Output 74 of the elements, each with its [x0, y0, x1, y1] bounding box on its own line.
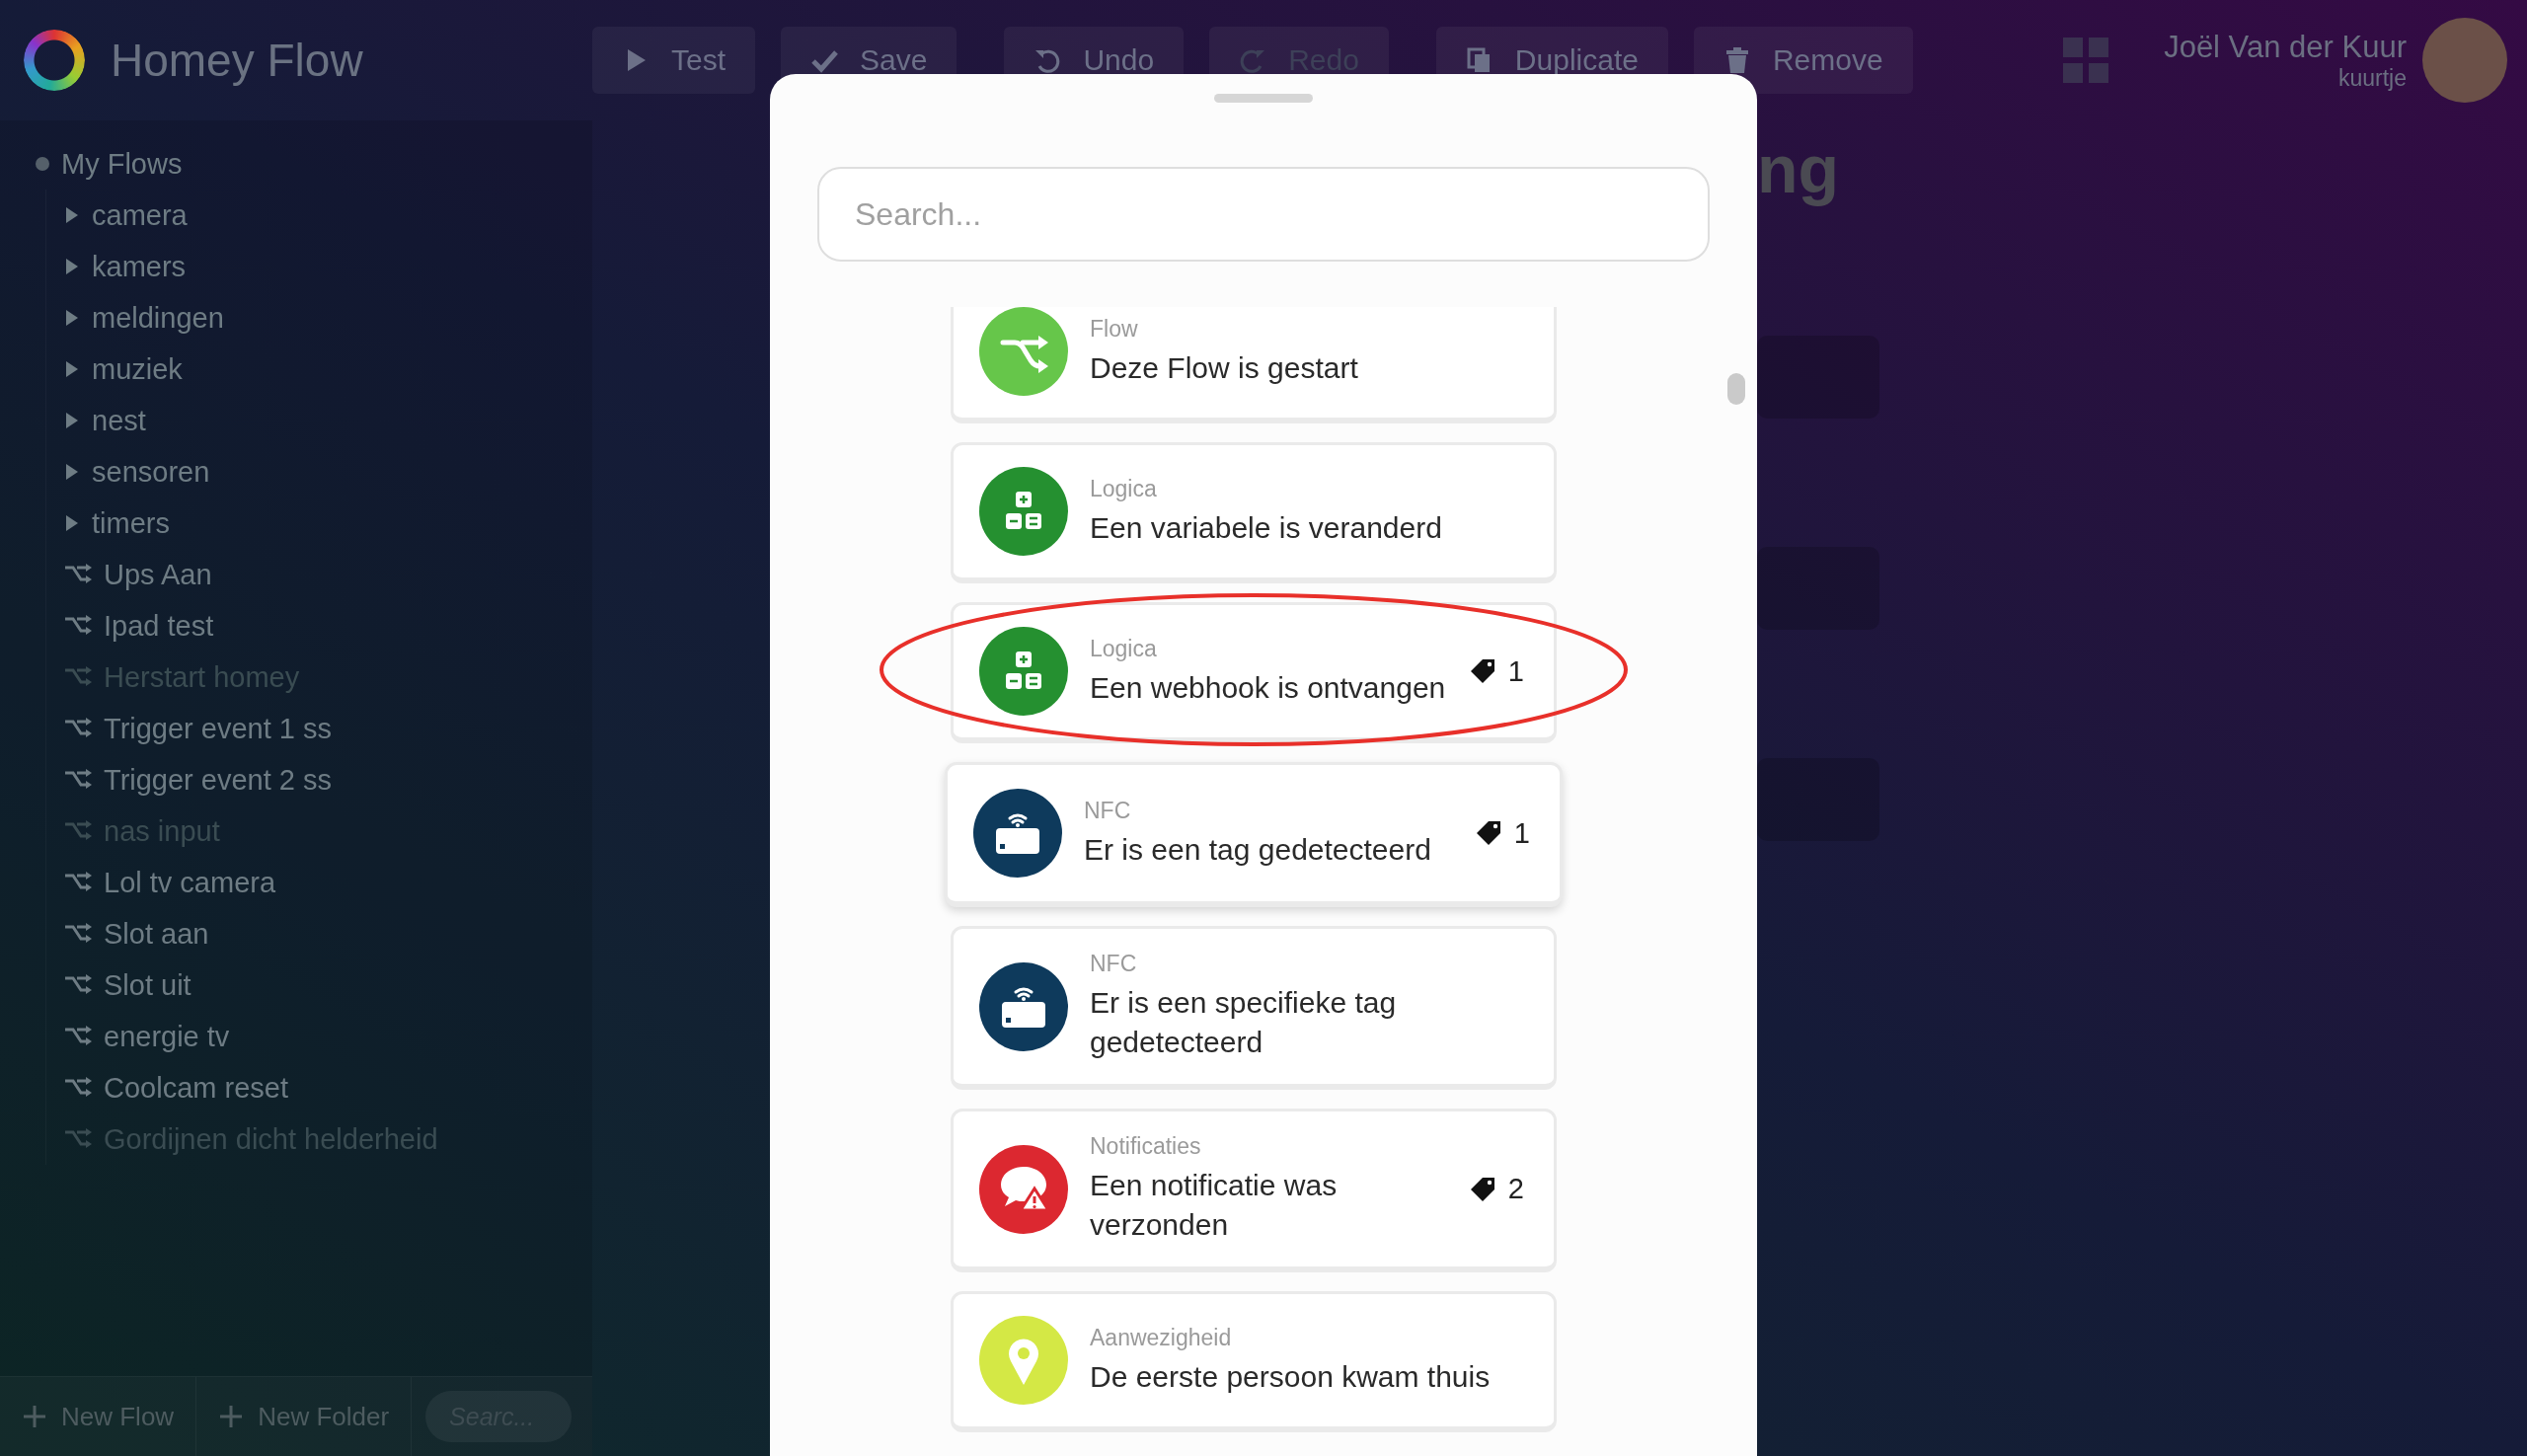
tag-count: 1: [1507, 654, 1524, 688]
shuffle-icon: [64, 923, 92, 945]
new-folder-button[interactable]: New Folder: [196, 1377, 413, 1456]
shuffle-icon: [64, 769, 92, 791]
tree-item[interactable]: muziek: [92, 352, 183, 386]
caret-right-icon[interactable]: [64, 514, 80, 532]
shuffle-icon: [64, 718, 92, 739]
tree-item[interactable]: energie tv: [104, 1020, 230, 1053]
caret-right-icon[interactable]: [64, 412, 80, 429]
tree-item[interactable]: Lol tv camera: [104, 866, 276, 899]
card-category: Logica: [1090, 475, 1158, 502]
tag-count: 2: [1507, 1173, 1524, 1205]
card-title: Er is een tag gedetecteerd: [1084, 831, 1432, 868]
flow-card[interactable]: Notificaties Een notificatie was verzonden 2: [951, 1109, 1557, 1272]
app-title: Homey Flow: [111, 34, 363, 87]
caret-right-icon[interactable]: [64, 206, 80, 224]
card-title: Deze Flow is gestart: [1090, 349, 1359, 386]
caret-right-icon[interactable]: [64, 360, 80, 378]
new-flow-button[interactable]: New Flow: [0, 1377, 197, 1456]
page-heading: ng: [1757, 130, 1841, 207]
shuffle-icon: [64, 1128, 92, 1150]
username: kuurtje: [2337, 64, 2407, 92]
card-category: NFC: [1084, 797, 1132, 824]
caret-right-icon[interactable]: [64, 258, 80, 275]
shuffle-icon: [64, 666, 92, 688]
toolbar-button[interactable]: Remove: [1693, 27, 1913, 94]
tree-item[interactable]: Slot aan: [104, 917, 209, 951]
tree-item[interactable]: Ups Aan: [104, 558, 212, 591]
toolbar-button[interactable]: Test: [592, 27, 756, 94]
tree-item[interactable]: Slot uit: [104, 968, 191, 1002]
shuffle-icon: [64, 615, 92, 637]
plus-icon: [218, 1404, 245, 1429]
tree-item[interactable]: nest: [92, 404, 146, 437]
card-category: Aanwezigheid: [1090, 1324, 1233, 1351]
flow-card[interactable]: Logica Een webhook is ontvangen 1: [951, 602, 1557, 743]
tree-item[interactable]: Trigger event 2 ss: [104, 763, 333, 797]
tree-item[interactable]: Ipad test: [104, 609, 214, 643]
tree-item[interactable]: Trigger event 1 ss: [104, 712, 333, 745]
drag-handle[interactable]: [1214, 94, 1313, 103]
flow-card[interactable]: Aanwezigheid De eerste persoon kwam thuis: [951, 1291, 1557, 1432]
card-category: Flow: [1090, 315, 1139, 343]
shuffle-icon: [64, 872, 92, 893]
shuffle-icon: [64, 820, 92, 842]
scrollbar-thumb[interactable]: [1727, 373, 1745, 405]
card-title: Een notificatie was verzonden: [1090, 1168, 1339, 1243]
user-name: Joël Van der Kuur: [2164, 29, 2407, 65]
caret-right-icon[interactable]: [64, 309, 80, 327]
tree-item[interactable]: meldingen: [92, 301, 224, 335]
flow-card[interactable]: Logica Een variabele is veranderd: [951, 442, 1557, 583]
caret-right-icon[interactable]: [64, 463, 80, 481]
shuffle-icon: [64, 564, 92, 585]
shuffle-icon: [64, 1026, 92, 1047]
flow-card[interactable]: NFC Er is een tag gedetecteerd 1: [945, 762, 1563, 907]
tree-item[interactable]: kamers: [92, 250, 187, 283]
card-title: Een variabele is veranderd: [1090, 509, 1443, 546]
flow-card[interactable]: NFC Er is een specifieke tag gedetecteerd: [951, 926, 1557, 1090]
tree-item[interactable]: Coolcam reset: [104, 1071, 288, 1105]
card-title: De eerste persoon kwam thuis: [1090, 1358, 1492, 1395]
tag-count: 1: [1513, 816, 1530, 850]
tree-item[interactable]: My Flows: [61, 147, 183, 181]
card-title: Een webhook is ontvangen: [1090, 669, 1447, 706]
shuffle-icon: [64, 1077, 92, 1099]
card-category: Logica: [1090, 635, 1158, 662]
bullet-icon: [36, 157, 49, 171]
tree-item[interactable]: timers: [92, 506, 170, 540]
search-field[interactable]: Search...: [817, 167, 1710, 262]
plus-icon: [22, 1404, 47, 1429]
tree-item[interactable]: camera: [92, 198, 188, 232]
tree-item[interactable]: sensoren: [92, 455, 210, 489]
card-category: NFC: [1090, 951, 1138, 977]
card-category: Notificaties: [1090, 1133, 1202, 1160]
card-title: Er is een specifieke tag gedetecteerd: [1090, 985, 1398, 1060]
shuffle-icon: [64, 974, 92, 996]
flow-card[interactable]: Flow Deze Flow is gestart: [951, 307, 1557, 423]
